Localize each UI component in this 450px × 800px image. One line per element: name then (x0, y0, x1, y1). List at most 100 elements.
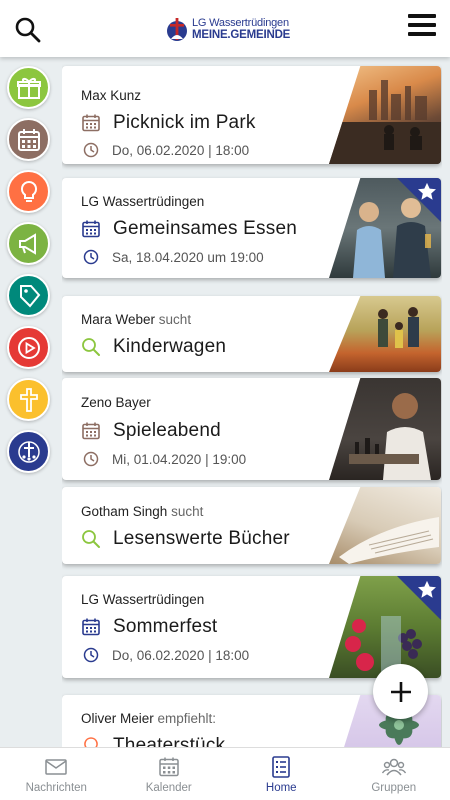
category-idea-button[interactable] (7, 170, 50, 213)
nav-label: Kalender (145, 781, 192, 794)
card-author: LG Wassertrüdingen (81, 194, 205, 209)
feed[interactable]: Max Kunz Picknick im Park Do, 06.02.2020… (62, 57, 442, 747)
calendar-icon (82, 618, 100, 636)
category-announcement-button[interactable] (7, 222, 50, 265)
gift-icon (16, 77, 41, 99)
category-gift-button[interactable] (7, 66, 50, 109)
add-button[interactable] (373, 664, 428, 719)
search-icon (82, 530, 100, 548)
clock-icon (83, 142, 99, 158)
card-date-row: Do, 06.02.2020 | 18:00 (83, 142, 249, 158)
calendar-icon (159, 757, 179, 776)
megaphone-icon (18, 232, 36, 255)
community-icon (17, 440, 40, 463)
nav-nachrichten[interactable]: Nachrichten (0, 748, 113, 800)
nav-label: Home (265, 781, 297, 794)
card-title-row: Gemeinsames Essen (81, 218, 297, 240)
menu-bar (408, 32, 436, 36)
bottom-nav: Nachrichten Kalender Home Gruppen (0, 747, 450, 800)
calendar-icon (82, 220, 100, 238)
nav-label: Gruppen (371, 781, 417, 794)
card-image-picnic (329, 66, 441, 164)
card-date: Sa, 18.04.2020 um 19:00 (112, 249, 264, 265)
category-offer-button[interactable] (7, 274, 50, 317)
nav-label: Nachrichten (25, 781, 87, 794)
list-icon (272, 755, 291, 778)
card-author: Mara Weber sucht (81, 312, 192, 327)
star-icon (418, 580, 436, 598)
chess-player-picture (349, 393, 431, 480)
card-date: Do, 06.02.2020 | 18:00 (112, 647, 250, 663)
tag-icon (19, 284, 40, 307)
logo-line1: LG Wassertrüdingen (192, 17, 289, 30)
clock-icon (83, 451, 99, 467)
nav-kalender[interactable]: Kalender (113, 748, 226, 800)
app-logo: LG Wassertrüdingen MEINE.GEMEINDE (166, 16, 290, 44)
youtube-icon (17, 336, 40, 359)
category-calendar-button[interactable] (7, 118, 50, 161)
logo-line2: MEINE.GEMEINDE (192, 29, 291, 42)
card-title-row: Theaterstück (81, 735, 225, 747)
card-author: Gotham Singh sucht (81, 504, 204, 519)
card-title-row: Kinderwagen (81, 336, 226, 358)
card-title: Sommerfest (113, 616, 218, 637)
card-date: Mi, 01.04.2020 | 19:00 (112, 451, 247, 467)
search-icon (15, 17, 41, 43)
lightbulb-icon (84, 737, 98, 747)
card-title: Theaterstück (113, 735, 226, 747)
card-title: Gemeinsames Essen (113, 218, 297, 239)
city-skyline-picture (329, 80, 441, 164)
group-icon (381, 758, 406, 775)
app-header: LG Wassertrüdingen MEINE.GEMEINDE (0, 0, 450, 57)
menu-bar (408, 23, 436, 27)
card-author: LG Wassertrüdingen (81, 592, 205, 607)
card-title: Picknick im Park (113, 112, 256, 133)
card-author: Max Kunz (81, 88, 142, 103)
logo-mark-icon (167, 18, 187, 41)
mail-icon (45, 758, 67, 775)
menu-bar (408, 14, 436, 18)
clock-icon (83, 647, 99, 663)
feed-card-picknick[interactable]: Max Kunz Picknick im Park Do, 06.02.2020… (62, 66, 441, 164)
search-icon (82, 338, 100, 356)
plus-icon (390, 681, 411, 702)
cross-icon (19, 387, 38, 412)
calendar-icon (82, 422, 100, 440)
card-title: Lesenswerte Bücher (113, 528, 290, 549)
card-title-row: Picknick im Park (81, 112, 256, 134)
feed-card-lesenswerte-buecher[interactable]: Gotham Singh sucht Lesenswerte Bücher (62, 487, 441, 564)
calendar-icon (82, 114, 100, 132)
lightbulb-icon (20, 180, 37, 202)
card-author: Oliver Meier empfiehlt: (81, 711, 217, 726)
feed-card-kinderwagen[interactable]: Mara Weber sucht Kinderwagen (62, 296, 441, 372)
menu-button[interactable] (408, 14, 436, 36)
card-image-games (329, 378, 441, 480)
nav-home[interactable]: Home (225, 748, 338, 800)
card-title: Kinderwagen (113, 336, 227, 357)
card-image-park (329, 296, 441, 372)
category-rail (0, 57, 56, 747)
open-book-picture (339, 517, 439, 564)
card-date-row: Mi, 01.04.2020 | 19:00 (83, 451, 246, 467)
card-author: Zeno Bayer (81, 395, 151, 410)
card-title-row: Spieleabend (81, 420, 221, 442)
card-image-book (329, 487, 441, 564)
star-icon (418, 182, 436, 200)
card-title-row: Sommerfest (81, 616, 217, 638)
card-date-row: Do, 06.02.2020 | 18:00 (83, 647, 249, 663)
family-walk-picture (378, 307, 419, 348)
category-community-button[interactable] (7, 430, 50, 473)
feed-card-sommerfest[interactable]: LG Wassertrüdingen Sommerfest Do, 06.02.… (62, 576, 441, 678)
card-title: Spieleabend (113, 420, 221, 441)
nav-gruppen[interactable]: Gruppen (338, 748, 450, 800)
clock-icon (83, 249, 99, 265)
category-faith-button[interactable] (7, 378, 50, 421)
feed-card-spieleabend[interactable]: Zeno Bayer Spieleabend Mi, 01.04.2020 | … (62, 378, 441, 480)
feed-card-gemeinsames-essen[interactable]: LG Wassertrüdingen Gemeinsames Essen Sa,… (62, 178, 441, 278)
category-video-button[interactable] (7, 326, 50, 369)
calendar-icon (17, 128, 40, 151)
card-date: Do, 06.02.2020 | 18:00 (112, 142, 250, 158)
card-title-row: Lesenswerte Bücher (81, 528, 290, 550)
search-button[interactable] (14, 16, 42, 44)
card-date-row: Sa, 18.04.2020 um 19:00 (83, 249, 264, 265)
